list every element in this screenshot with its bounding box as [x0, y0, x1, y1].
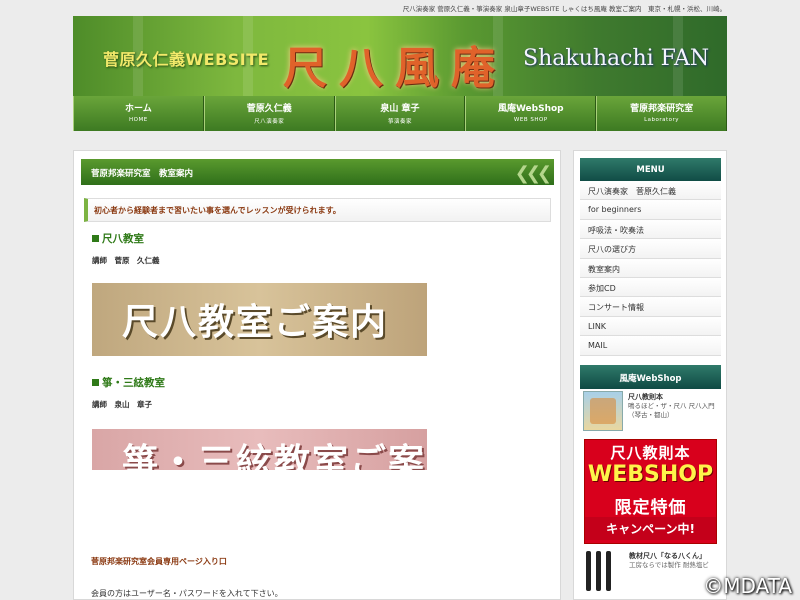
menu-item-mail[interactable]: MAIL [580, 336, 721, 356]
top-caption: 尺八演奏家 菅原久仁義・箏演奏家 泉山章子WEBSITE しゃくはち風庵 教室ご… [402, 5, 726, 13]
promo-line: 限定特価 [614, 498, 687, 518]
main-nav: ホーム HOME 菅原久仁義尺八演奏家 泉山 章子箏演奏家 風庵WebShop WE… [73, 96, 727, 131]
site-logo: 尺八風庵 [283, 43, 507, 94]
menu-item-cd[interactable]: 参加CD [580, 277, 721, 298]
nav-webshop[interactable]: 風庵WebShop WEB SHOP [465, 96, 597, 131]
shakuhachi-class-banner[interactable]: 尺八教室ご案内 [92, 283, 427, 356]
class-title: 尺八教室 [102, 233, 144, 245]
section-header: 菅原邦楽研究室 教室案内 ❮❮❮ [81, 159, 554, 185]
book-thumbnail [583, 391, 623, 431]
menu-item-concert[interactable]: コンサート情報 [580, 297, 721, 317]
flute-thumbnail[interactable] [584, 551, 618, 591]
menu-item-classes[interactable]: 教室案内 [580, 258, 721, 278]
menu-item-breathing[interactable]: 呼吸法・吹奏法 [580, 219, 721, 240]
chevrons-icon: ❮❮❮ [514, 163, 552, 184]
class-heading-koto: 箏・三絃教室 [92, 375, 165, 390]
promo-line: キャンペーン中! [585, 517, 716, 540]
square-bullet-icon [92, 379, 99, 386]
shop-item-textbook[interactable]: 尺八教則本 鳴るほど・ザ・尺八 尺八入門（琴古・都山） [583, 391, 719, 431]
section-title: 菅原邦楽研究室 教室案内 [91, 169, 194, 179]
menu-item-sugawara[interactable]: 尺八演奏家 菅原久仁義 [580, 181, 721, 201]
sidebar-menu: 尺八演奏家 菅原久仁義 for beginners 呼吸法・吹奏法 尺八の選び方… [580, 181, 721, 356]
menu-header: MENU [580, 158, 721, 182]
webshop-promo-banner[interactable]: 尺八教則本 WEBSHOP 限定特価 キャンペーン中! [584, 439, 717, 544]
teacher-name: 講師 泉山 章子 [92, 400, 152, 409]
nav-home[interactable]: ホーム HOME [73, 96, 204, 131]
notice-banner: 初心者から経験者まで習いたい事を選んでレッスンが受けられます。 [84, 198, 551, 222]
nav-sublabel: HOME [129, 117, 148, 123]
promo-line: WEBSHOP [587, 462, 714, 487]
nav-sublabel: 尺八演奏家 [254, 119, 285, 125]
nav-sublabel: WEB SHOP [513, 117, 548, 123]
nav-izumiyama[interactable]: 泉山 章子 箏演奏家 [334, 96, 466, 131]
banner-english-title: Shakuhachi FAN [523, 46, 710, 71]
class-title: 箏・三絃教室 [102, 377, 165, 389]
nav-label: 菅原久仁義 [246, 104, 292, 114]
banner-site-name: 菅原久仁義WEBSITE [103, 50, 270, 69]
square-bullet-icon [92, 235, 99, 242]
koto-class-banner[interactable]: 箏・三絃教室ご案内 [92, 429, 427, 470]
flute-item-title[interactable]: 教材尺八「なる八くん」 [629, 551, 706, 561]
class-heading-shakuhachi: 尺八教室 [92, 231, 144, 246]
member-entrance-title: 菅原邦楽研究室会員専用ページ入り口 [91, 557, 227, 566]
shop-item-desc: 鳴るほど・ザ・尺八 尺八入門（琴古・都山） [628, 402, 715, 419]
nav-label: 菅原邦楽研究室 [630, 104, 694, 114]
webshop-header: 風庵WebShop [580, 365, 721, 389]
nav-label: 風庵WebShop [497, 104, 564, 114]
main-content: 菅原邦楽研究室 教室案内 ❮❮❮ 初心者から経験者まで習いたい事を選んでレッスン… [73, 150, 561, 600]
nav-sublabel: 箏演奏家 [387, 119, 412, 125]
nav-label: 泉山 章子 [380, 104, 420, 114]
site-banner[interactable]: 菅原久仁義WEBSITE 尺八風庵 Shakuhachi FAN [73, 16, 727, 96]
banner-text: 尺八教室ご案内 [122, 302, 389, 343]
menu-item-choosing[interactable]: 尺八の選び方 [580, 239, 721, 259]
sidebar: MENU 尺八演奏家 菅原久仁義 for beginners 呼吸法・吹奏法 尺… [573, 150, 727, 600]
teacher-name: 講師 菅原 久仁義 [92, 256, 160, 265]
promo-line: 尺八教則本 [610, 444, 691, 462]
banner-text: 箏・三絃教室ご案内 [122, 442, 427, 470]
nav-label: ホーム [125, 104, 152, 114]
flute-item-desc: 工房ならでは製作 耐熱塩ビ [629, 561, 709, 569]
nav-laboratory[interactable]: 菅原邦楽研究室 Laboratory [596, 96, 727, 131]
nav-sublabel: Laboratory [644, 117, 680, 123]
shop-item-title: 尺八教則本 [628, 393, 663, 401]
copyright-watermark: ©MDATA [703, 574, 792, 598]
nav-sugawara[interactable]: 菅原久仁義尺八演奏家 [203, 96, 335, 131]
menu-item-beginners[interactable]: for beginners [580, 200, 721, 220]
menu-item-link[interactable]: LINK [580, 316, 721, 337]
member-instructions: 会員の方はユーザー名・パスワードを入れて下さい。 [91, 589, 283, 598]
